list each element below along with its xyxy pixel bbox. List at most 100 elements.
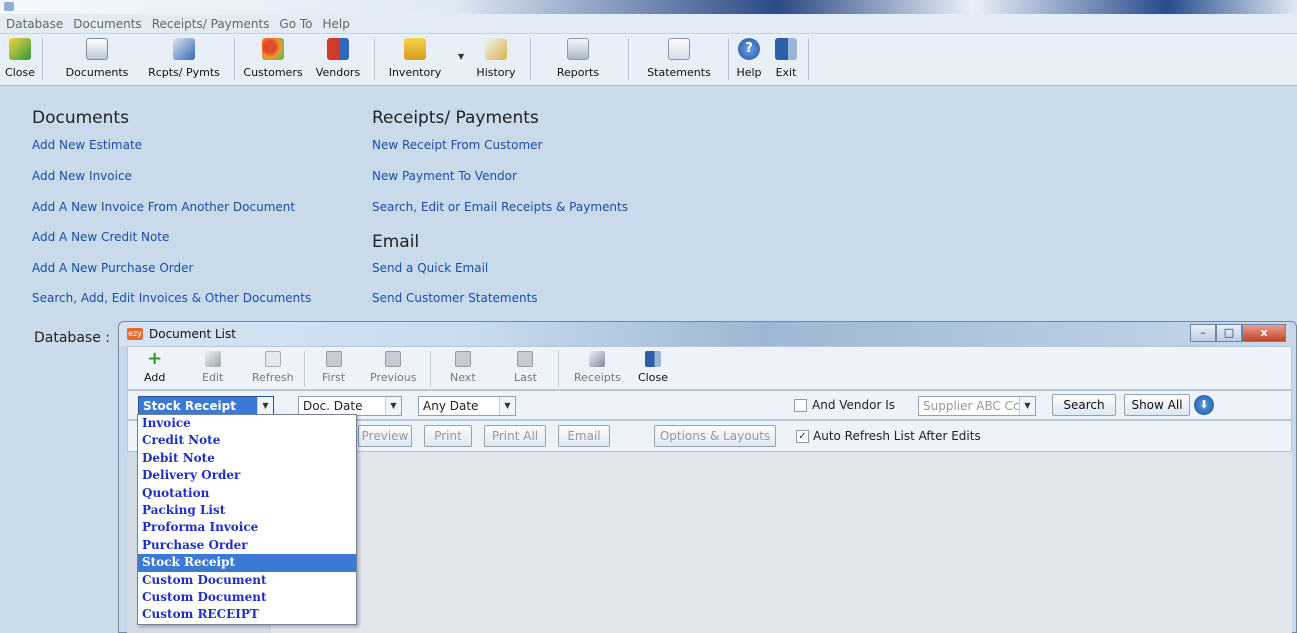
options-layouts-button[interactable]: Options & Layouts — [654, 425, 776, 447]
new-payment-link[interactable]: New Payment To Vendor — [372, 169, 517, 183]
close-button[interactable]: Close — [4, 36, 36, 82]
toolbar-separator — [304, 351, 305, 387]
dropdown-item-stock-receipt[interactable]: Stock Receipt — [138, 554, 356, 572]
menu-documents[interactable]: Documents — [73, 17, 141, 31]
document-type-select[interactable]: Stock Receipt ▼ — [138, 396, 274, 416]
add-invoice-from-document-link[interactable]: Add A New Invoice From Another Document — [32, 200, 295, 214]
search-documents-link[interactable]: Search, Add, Edit Invoices & Other Docum… — [32, 291, 311, 305]
database-label: Database : — [34, 330, 110, 346]
previous-icon — [385, 351, 402, 367]
next-button[interactable]: Next — [450, 351, 476, 384]
help-button[interactable]: ? Help — [732, 36, 766, 82]
download-arrow-icon[interactable]: ⬇ — [1194, 395, 1214, 415]
print-button[interactable]: Print — [424, 425, 472, 447]
vendors-button[interactable]: Vendors — [308, 36, 368, 82]
app-icon — [4, 2, 14, 11]
vendor-filter-label: And Vendor Is — [812, 398, 896, 412]
customers-button[interactable]: Customers — [240, 36, 306, 82]
edit-button[interactable]: Edit — [202, 351, 223, 384]
add-new-invoice-link[interactable]: Add New Invoice — [32, 169, 132, 183]
add-plus-icon: + — [147, 348, 163, 369]
menu-go-to[interactable]: Go To — [279, 17, 312, 31]
dropdown-item-proforma-invoice[interactable]: Proforma Invoice — [138, 519, 356, 536]
add-purchase-order-link[interactable]: Add A New Purchase Order — [32, 261, 193, 275]
first-button[interactable]: First — [322, 351, 345, 384]
history-icon — [485, 38, 507, 60]
dropdown-item-delivery-order[interactable]: Delivery Order — [138, 467, 356, 484]
vendor-filter-checkbox[interactable] — [794, 399, 807, 412]
refresh-button[interactable]: Refresh — [252, 351, 294, 384]
documents-button[interactable]: Documents — [58, 36, 136, 82]
reports-icon — [567, 38, 589, 60]
customer-statements-link[interactable]: Send Customer Statements — [372, 291, 538, 305]
dropdown-item-debit-note[interactable]: Debit Note — [138, 450, 356, 467]
toolbar-separator — [728, 38, 729, 80]
ezy-app-icon: ezy — [127, 328, 143, 340]
dropdown-item-custom-document[interactable]: Custom Document — [138, 572, 356, 589]
dropdown-item-quotation[interactable]: Quotation — [138, 485, 356, 502]
toolbar-separator — [374, 38, 375, 80]
documents-icon — [86, 38, 108, 60]
dropdown-item-invoice[interactable]: Invoice — [138, 415, 356, 432]
dropdown-item-credit-note[interactable]: Credit Note — [138, 432, 356, 449]
pen-icon — [173, 38, 195, 60]
document-type-dropdown: Invoice Credit Note Debit Note Delivery … — [137, 414, 357, 625]
inventory-button[interactable]: Inventory — [384, 36, 446, 82]
auto-refresh-checkbox[interactable]: ✓ — [796, 430, 809, 443]
toolbar-separator — [558, 351, 559, 387]
add-new-estimate-link[interactable]: Add New Estimate — [32, 138, 142, 152]
last-button[interactable]: Last — [514, 351, 537, 384]
exit-door-icon — [775, 38, 797, 60]
maximize-icon[interactable]: □ — [1216, 324, 1242, 342]
documents-heading: Documents — [32, 108, 129, 128]
dropdown-item-custom-document-2[interactable]: Custom Document — [138, 589, 356, 606]
add-credit-note-link[interactable]: Add A New Credit Note — [32, 230, 169, 244]
dropdown-item-purchase-order[interactable]: Purchase Order — [138, 537, 356, 554]
email-button[interactable]: Email — [558, 425, 610, 447]
preview-button[interactable]: Preview — [358, 425, 412, 447]
menu-receipts-payments[interactable]: Receipts/ Payments — [152, 17, 270, 31]
reports-button[interactable]: Reports — [548, 36, 608, 82]
menu-help[interactable]: Help — [323, 17, 350, 31]
search-receipts-link[interactable]: Search, Edit or Email Receipts & Payment… — [372, 200, 628, 214]
receipts-pen-icon — [589, 351, 606, 367]
receipts-payments-button[interactable]: Rcpts/ Pymts — [140, 36, 228, 82]
minimize-icon[interactable]: – — [1190, 324, 1216, 342]
toolbar-separator — [430, 351, 431, 387]
window-title-bar[interactable]: ezy Document List – □ x — [119, 322, 1296, 346]
date-range-value: Any Date — [423, 399, 479, 413]
history-button[interactable]: History — [470, 36, 522, 82]
inventory-boxes-icon — [404, 38, 426, 60]
window-close-icon[interactable]: x — [1242, 324, 1286, 342]
statements-button[interactable]: Statements — [636, 36, 722, 82]
dropdown-item-custom-receipt[interactable]: Custom RECEIPT — [138, 606, 356, 623]
inventory-dropdown-icon[interactable]: ▼ — [458, 52, 464, 61]
previous-button[interactable]: Previous — [370, 351, 417, 384]
app-title-bar — [0, 0, 1297, 14]
customers-icon — [262, 38, 284, 60]
chevron-down-icon: ▼ — [499, 397, 515, 415]
print-all-button[interactable]: Print All — [484, 425, 546, 447]
new-receipt-link[interactable]: New Receipt From Customer — [372, 138, 542, 152]
help-icon: ? — [738, 38, 760, 60]
dropdown-item-packing-list[interactable]: Packing List — [138, 502, 356, 519]
toolbar-separator — [628, 38, 629, 80]
edit-pencil-icon — [204, 351, 221, 367]
toolbar-separator — [234, 38, 235, 80]
show-all-button[interactable]: Show All — [1124, 394, 1190, 416]
list-close-button[interactable]: Close — [638, 351, 668, 384]
chevron-down-icon: ▼ — [257, 397, 273, 415]
quick-email-link[interactable]: Send a Quick Email — [372, 261, 488, 275]
exit-button[interactable]: Exit — [770, 36, 802, 82]
date-range-select[interactable]: Any Date ▼ — [418, 396, 516, 416]
add-button[interactable]: + Add — [144, 348, 165, 385]
refresh-icon — [264, 351, 281, 367]
menu-database[interactable]: Database — [6, 17, 63, 31]
vendor-select[interactable]: Supplier ABC Cc ▼ — [918, 396, 1036, 416]
envelope-icon — [668, 38, 690, 60]
date-field-select[interactable]: Doc. Date ▼ — [298, 396, 402, 416]
receipts-button[interactable]: Receipts — [574, 351, 621, 384]
search-button[interactable]: Search — [1052, 394, 1116, 416]
date-field-value: Doc. Date — [303, 399, 363, 413]
toolbar-separator — [808, 38, 809, 80]
